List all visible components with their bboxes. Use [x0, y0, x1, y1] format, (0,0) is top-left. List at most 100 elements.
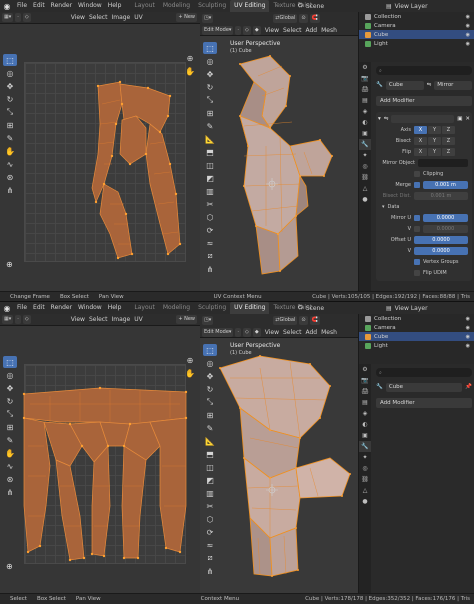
bisect-z[interactable]: Z [442, 137, 455, 145]
view-layer-tab-icon[interactable]: ▤ [359, 95, 371, 106]
flip-y[interactable]: Y [428, 148, 441, 156]
modifier-header[interactable]: ▾ ⇋ ▣ ✕ [378, 114, 470, 124]
axis-z[interactable]: Z [442, 126, 455, 134]
mirror-v-checkbox[interactable] [414, 226, 420, 232]
vp-transform-icon[interactable]: ⊞ [203, 409, 217, 421]
menu-edit[interactable]: Edit [30, 0, 48, 12]
select-mode-vertex[interactable]: · [15, 13, 21, 22]
merge-value[interactable]: 0.001 m [423, 181, 468, 189]
particles-tab-icon[interactable]: ✦ [359, 150, 371, 161]
constraints-tab-icon[interactable]: ⛓ [359, 474, 371, 485]
mode-selector[interactable]: Edit Mode ▾ [202, 25, 234, 35]
cursor-icon[interactable]: ◎ [3, 369, 17, 381]
vp-select-icon[interactable]: ⬚ [203, 42, 217, 54]
annotate-icon[interactable]: ✎ [3, 434, 17, 446]
particles-tab-icon[interactable]: ✦ [359, 452, 371, 463]
vp-move-icon[interactable]: ✥ [203, 68, 217, 80]
pin-icon[interactable]: 📌 [465, 384, 472, 390]
physics-tab-icon[interactable]: ◎ [359, 463, 371, 474]
snap-button[interactable]: 🧲 [309, 13, 320, 23]
vp-smooth-icon[interactable]: ≈ [203, 237, 217, 249]
outliner-row-collection[interactable]: Collection ◉ [359, 314, 474, 323]
uv-menu-image[interactable]: Image [111, 14, 130, 21]
tab-modeling[interactable]: Modeling [159, 0, 194, 12]
vp-spin-icon[interactable]: ⟳ [203, 526, 217, 538]
add-modifier-button[interactable]: Add Modifier [376, 96, 472, 106]
vp-transform-icon[interactable]: ⊞ [203, 107, 217, 119]
vp-loopcut-icon[interactable]: ▥ [203, 487, 217, 499]
visibility-eye-icon[interactable]: ◉ [466, 41, 470, 47]
vp-menu-mesh[interactable]: Mesh [321, 27, 337, 34]
menu-edit[interactable]: Edit [30, 302, 48, 314]
vp-cursor-icon[interactable]: ◎ [203, 357, 217, 369]
transform-orientation[interactable]: ⇄ Global [273, 13, 298, 23]
offset-v-value[interactable]: 0.0000 [414, 247, 468, 255]
vp-rotate-icon[interactable]: ↻ [203, 383, 217, 395]
visibility-eye-icon[interactable]: ◉ [466, 32, 470, 38]
output-tab-icon[interactable]: 🖨 [359, 84, 371, 95]
visibility-eye-icon[interactable]: ◉ [466, 23, 470, 29]
outliner-row-camera[interactable]: Camera ◉ [359, 323, 474, 332]
vp-spin-icon[interactable]: ⟳ [203, 224, 217, 236]
blender-logo-icon[interactable]: ◉ [0, 0, 14, 12]
menu-file[interactable]: File [14, 0, 30, 12]
menu-render[interactable]: Render [48, 302, 75, 314]
vp-loopcut-icon[interactable]: ▥ [203, 185, 217, 197]
outliner-row-light[interactable]: Light ◉ [359, 341, 474, 350]
mirror-v-value[interactable]: 0.0000 [423, 225, 468, 233]
pivot-button[interactable]: ⊙ [299, 315, 308, 325]
scene-selector[interactable]: ⛭ Scene [298, 1, 324, 11]
mirror-u-checkbox[interactable] [414, 215, 420, 221]
viewport-canvas[interactable]: User Perspective (1) Cube ⬚ ◎ ✥ ↻ ⤡ ⊞ ✎ … [200, 36, 358, 291]
vp-rip-icon[interactable]: ⋔ [203, 565, 217, 577]
pivot-button[interactable]: ⊙ [299, 13, 308, 23]
mode-selector[interactable]: Edit Mode ▾ [202, 327, 234, 337]
edge-mode-icon[interactable]: ◇ [243, 327, 251, 337]
vp-measure-icon[interactable]: 📐 [203, 435, 217, 447]
uv-canvas[interactable]: ⬚ ◎ ✥ ↻ ⤡ ⊞ ✎ ✋ ∿ ⊛ ⋔ ⊕ ✋ ⊕ [0, 24, 200, 291]
vp-select-icon[interactable]: ⬚ [203, 344, 217, 356]
transform-icon[interactable]: ⊞ [3, 421, 17, 433]
mesh-model[interactable] [200, 36, 358, 291]
tab-uv-editing[interactable]: UV Editing [230, 0, 270, 12]
rip-icon[interactable]: ⋔ [3, 184, 17, 196]
data-subpanel-header[interactable]: ▾ Data [378, 202, 470, 212]
view-layer-selector[interactable]: ▤ View Layer [386, 303, 428, 313]
vp-cursor-icon[interactable]: ◎ [203, 55, 217, 67]
physics-tab-icon[interactable]: ◎ [359, 161, 371, 172]
render-tab-icon[interactable]: 📷 [359, 73, 371, 84]
vp-menu-select[interactable]: Select [283, 329, 302, 336]
vp-extrude-icon[interactable]: ⬒ [203, 146, 217, 158]
uv-menu-uv[interactable]: UV [134, 316, 143, 323]
new-image-button[interactable]: + New [176, 13, 197, 22]
uv-menu-select[interactable]: Select [89, 316, 108, 323]
grab-icon[interactable]: ✋ [3, 447, 17, 459]
editor-type-button[interactable]: ▦▾ [2, 315, 14, 324]
vp-shear-icon[interactable]: ⧄ [203, 250, 217, 262]
relax-icon[interactable]: ∿ [3, 158, 17, 170]
uv-menu-select[interactable]: Select [89, 14, 108, 21]
vp-measure-icon[interactable]: 📐 [203, 133, 217, 145]
uv-islands[interactable] [0, 24, 200, 291]
tab-modeling[interactable]: Modeling [159, 302, 194, 314]
vp-annotate-icon[interactable]: ✎ [203, 422, 217, 434]
rotate-icon[interactable]: ↻ [3, 395, 17, 407]
visibility-eye-icon[interactable]: ◉ [466, 325, 470, 331]
annotate-icon[interactable]: ✎ [3, 132, 17, 144]
relax-icon[interactable]: ∿ [3, 460, 17, 472]
vp-inset-icon[interactable]: ◫ [203, 159, 217, 171]
vp-scale-icon[interactable]: ⤡ [203, 94, 217, 106]
offset-u-value[interactable]: 0.0000 [414, 236, 468, 244]
scene-selector[interactable]: ⛭ Scene [298, 303, 324, 313]
vertex-mode-icon[interactable]: · [235, 25, 242, 35]
object-name-field[interactable]: Cube [385, 80, 424, 90]
snap-button[interactable]: 🧲 [309, 315, 320, 325]
bisect-y[interactable]: Y [428, 137, 441, 145]
flip-z[interactable]: Z [442, 148, 455, 156]
select-mode-vertex[interactable]: · [15, 315, 21, 324]
mirror-u-value[interactable]: 0.0000 [423, 214, 468, 222]
editor-type-button[interactable]: ▦▾ [2, 13, 14, 22]
new-image-button[interactable]: + New [176, 315, 197, 324]
vp-annotate-icon[interactable]: ✎ [203, 120, 217, 132]
visibility-eye-icon[interactable]: ◉ [466, 343, 470, 349]
